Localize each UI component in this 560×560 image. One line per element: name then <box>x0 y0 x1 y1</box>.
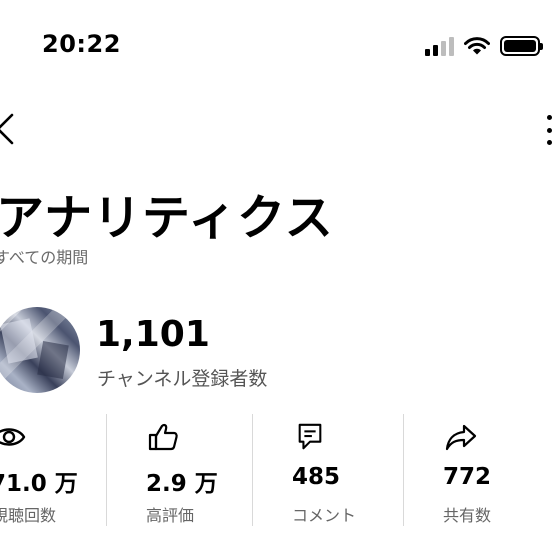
stat-label: 高評価 <box>146 506 195 525</box>
stat-views[interactable]: 71.0 万 視聴回数 <box>0 414 106 526</box>
thumbs-up-icon <box>148 423 178 451</box>
more-dot <box>546 127 552 133</box>
subscriber-count: 1,101 <box>96 314 210 355</box>
comment-icon <box>298 423 322 450</box>
more-dot <box>546 140 552 145</box>
stat-value: 71.0 万 <box>0 471 78 497</box>
battery-icon <box>500 36 543 56</box>
channel-avatar[interactable] <box>0 307 80 393</box>
back-button[interactable] <box>0 112 18 146</box>
more-dot <box>546 115 552 120</box>
subscriber-label: チャンネル登録者数 <box>97 368 268 390</box>
wifi-icon <box>464 37 490 55</box>
stat-value: 485 <box>292 464 341 490</box>
stat-label: コメント <box>292 506 357 525</box>
stat-likes[interactable]: 2.9 万 高評価 <box>107 414 252 526</box>
stat-value: 2.9 万 <box>146 471 218 497</box>
stat-value: 772 <box>443 464 492 490</box>
stat-label: 視聴回数 <box>0 506 57 525</box>
status-icons <box>425 34 543 58</box>
analytics-screen: 20:22 アナリティクス すべての期間 1,101 チャンネル登録者数 1.0… <box>0 0 560 560</box>
stats-row: 71.0 万 視聴回数 2.9 万 高評価 485 コメント <box>0 414 560 526</box>
status-time: 20:22 <box>42 30 121 58</box>
stat-shares[interactable]: 772 共有数 <box>404 414 560 526</box>
stat-comments[interactable]: 485 コメント <box>253 414 403 526</box>
stat-label: 共有数 <box>443 506 492 525</box>
eye-icon <box>0 428 26 446</box>
signal-icon <box>425 36 454 56</box>
period-selector[interactable]: すべての期間 <box>0 244 88 268</box>
share-icon <box>445 424 477 451</box>
more-options-button[interactable] <box>544 115 554 145</box>
page-title: アナリティクス <box>0 190 334 246</box>
